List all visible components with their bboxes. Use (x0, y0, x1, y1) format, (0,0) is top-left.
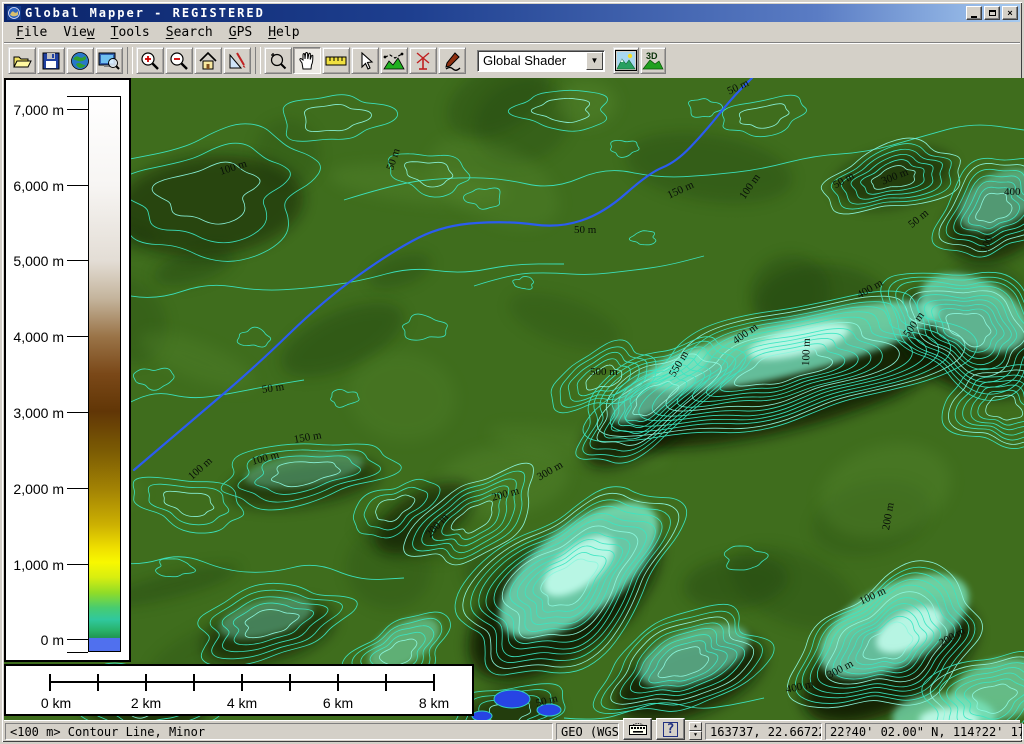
map-view[interactable]: 50 m100 m50 m50 m150 m100 m50 m300 m4005… (4, 78, 1024, 724)
zoom-tool-icon (268, 51, 288, 71)
legend-tick-label: 3,000 m (13, 405, 64, 421)
view-shed-button[interactable] (409, 47, 437, 74)
legend-tick (67, 185, 88, 186)
zoom-tool-button[interactable] (264, 47, 292, 74)
spinner-down-icon[interactable]: ▼ (689, 731, 702, 740)
world-view-button[interactable] (66, 47, 94, 74)
legend-bottom-tick (67, 652, 88, 653)
menu-file[interactable]: File (8, 23, 55, 42)
status-mode: <100 m> Contour Line, Minor (5, 723, 553, 740)
scale-label: 2 km (131, 695, 161, 711)
view-screen-button[interactable] (95, 47, 123, 74)
zoom-out-button[interactable] (165, 47, 193, 74)
svg-text:3D: 3D (646, 51, 658, 61)
shader-combobox[interactable]: Global Shader ▼ (477, 50, 605, 72)
minimize-icon (971, 16, 977, 18)
legend-tick-label: 2,000 m (13, 481, 64, 497)
path-profile-icon (383, 51, 405, 71)
antenna-icon (413, 51, 433, 71)
help-icon: ? (663, 722, 679, 737)
scale-label: 8 km (419, 695, 449, 711)
shader-value: Global Shader (478, 53, 586, 68)
globe-icon (70, 51, 90, 71)
pen-icon (442, 51, 462, 71)
floppy-disk-icon (42, 52, 60, 70)
hand-icon (297, 51, 317, 71)
restore-button[interactable] (984, 6, 1000, 20)
path-profile-button[interactable] (380, 47, 408, 74)
legend-tick (67, 639, 88, 640)
chevron-down-icon: ▼ (591, 56, 599, 65)
spinner-up-icon[interactable]: ▲ (689, 722, 702, 731)
menu-help[interactable]: Help (260, 23, 307, 42)
legend-tick-label: 1,000 m (13, 557, 64, 573)
status-projection: GEO (WGS8 (556, 723, 619, 740)
open-file-button[interactable] (8, 47, 36, 74)
legend-tick (67, 336, 88, 337)
full-view-button[interactable] (194, 47, 222, 74)
legend-tick-label: 5,000 m (13, 253, 64, 269)
scale-bar-panel[interactable]: 0 km 2 km 4 km 6 km 8 km (4, 664, 474, 716)
cursor-arrow-icon (356, 51, 374, 71)
pointer-tool-button[interactable] (351, 47, 379, 74)
scale-label: 0 km (41, 695, 71, 711)
keyboard-icon (629, 723, 647, 735)
digitizer-pen-button[interactable] (438, 47, 466, 74)
legend-tick (67, 564, 88, 565)
overview-map-button[interactable] (613, 47, 639, 74)
zoom-out-icon (169, 51, 189, 71)
restore-icon (989, 10, 996, 16)
close-icon: × (1007, 9, 1012, 18)
coordinate-format-button[interactable] (623, 718, 652, 740)
home-icon (198, 51, 218, 71)
main-toolbar: Global Shader ▼ 3D (4, 42, 1020, 78)
legend-tick (67, 109, 88, 110)
legend-tick (67, 488, 88, 489)
menu-search[interactable]: Search (158, 23, 221, 42)
triangle-ruler-pencil-icon (227, 51, 247, 71)
menu-view[interactable]: View (55, 23, 102, 42)
menu-bar: File View Tools Search GPS Help (4, 22, 1020, 42)
help-button[interactable]: ? (656, 718, 685, 740)
monitor-magnifier-icon (98, 51, 120, 71)
view-3d-button[interactable]: 3D (640, 47, 666, 74)
open-folder-icon (12, 52, 32, 70)
legend-tick (67, 412, 88, 413)
scale-label: 6 km (323, 695, 353, 711)
legend-top-tick (67, 96, 88, 97)
legend-tick-label: 6,000 m (13, 178, 64, 194)
window-title: Global Mapper - REGISTERED (25, 6, 265, 20)
global-mapper-window: Global Mapper - REGISTERED × File View T… (0, 0, 1024, 744)
minimize-button[interactable] (966, 6, 982, 20)
save-button[interactable] (37, 47, 65, 74)
legend-tick-label: 0 m (41, 632, 64, 648)
menu-tools[interactable]: Tools (103, 23, 158, 42)
combobox-dropdown-button[interactable]: ▼ (586, 52, 603, 70)
legend-tick (67, 260, 88, 261)
legend-tick-label: 7,000 m (13, 102, 64, 118)
toolbar-separator (127, 47, 133, 74)
scale-label: 4 km (227, 695, 257, 711)
landscape-image-icon (615, 50, 637, 71)
title-bar[interactable]: Global Mapper - REGISTERED × (4, 4, 1020, 22)
coordinate-spinner[interactable]: ▲ ▼ (689, 722, 702, 740)
legend-tick-label: 4,000 m (13, 329, 64, 345)
zoom-in-button[interactable] (136, 47, 164, 74)
elevation-legend-panel[interactable]: 7,000 m 6,000 m 5,000 m 4,000 m 3,000 m … (4, 78, 131, 662)
toolbar-separator (255, 47, 261, 74)
menu-gps[interactable]: GPS (221, 23, 260, 42)
status-bar: <100 m> Contour Line, Minor GEO (WGS8 ? … (4, 720, 1020, 740)
status-coordinates-numeric: 163737, 22.66722137 ) (705, 723, 822, 740)
app-icon (7, 6, 21, 20)
close-button[interactable]: × (1002, 6, 1018, 20)
terrain-render (4, 78, 1024, 724)
three-d-icon: 3D (642, 50, 664, 71)
status-coordinates-dms: 22?40' 02.00" N, 114?22' 17.89" E (825, 723, 1023, 740)
ruler-icon (325, 53, 347, 69)
elevation-gradient-bar (88, 96, 121, 652)
pan-tool-button[interactable] (293, 47, 321, 74)
measure-tool-button[interactable] (322, 47, 350, 74)
digitizer-setup-button[interactable] (223, 47, 251, 74)
zoom-in-icon (140, 51, 160, 71)
